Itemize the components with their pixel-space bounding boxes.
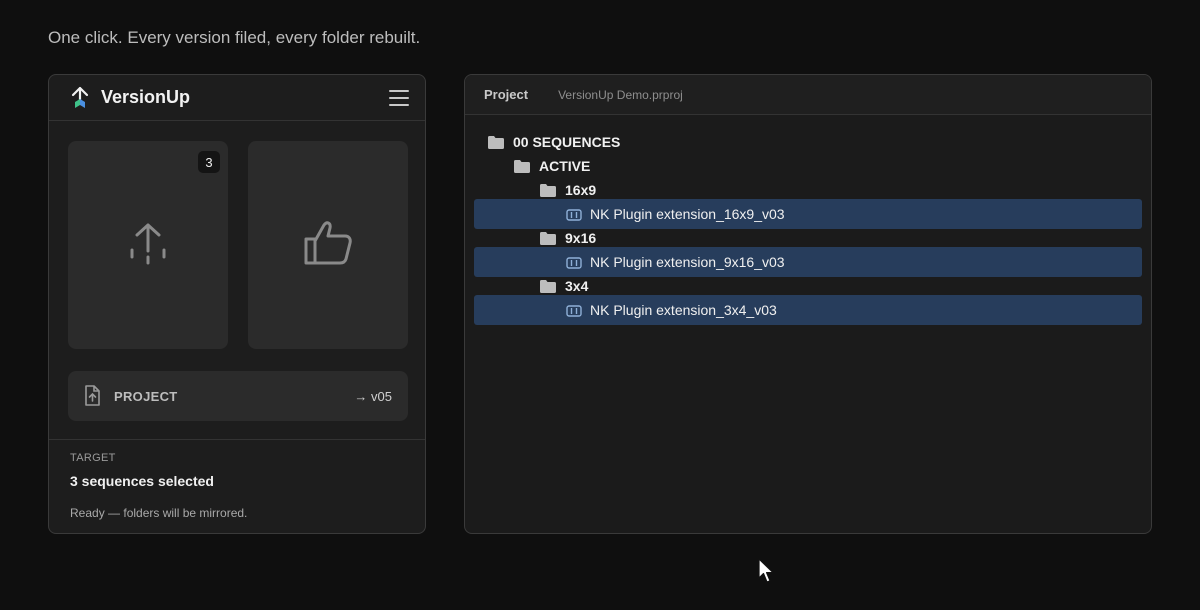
folder-label: ACTIVE — [539, 158, 591, 174]
tagline: One click. Every version filed, every fo… — [48, 28, 421, 47]
sequence-label: NK Plugin extension_3x4_v03 — [590, 302, 777, 318]
folder-icon — [488, 135, 504, 149]
project-version-row[interactable]: PROJECT → v05 — [68, 371, 408, 421]
count-badge: 3 — [198, 151, 220, 173]
file-upload-icon — [82, 385, 102, 407]
project-label: PROJECT — [114, 388, 178, 404]
version-up-button[interactable]: 3 — [68, 141, 228, 349]
project-panel: Project VersionUp Demo.prproj 00 SEQUENC… — [464, 74, 1152, 534]
folder-label: 3x4 — [565, 278, 589, 294]
versionup-panel: VersionUp 3 PROJECT → v05 TARGET 3 seque… — [48, 74, 426, 534]
folder-icon — [514, 159, 530, 173]
target-section: TARGET 3 sequences selected Ready — fold… — [49, 439, 425, 533]
tab-project[interactable]: Project — [484, 87, 528, 102]
folder-icon — [540, 183, 556, 197]
app-title: VersionUp — [101, 87, 191, 107]
folder-icon — [540, 279, 556, 293]
sequence-label: NK Plugin extension_9x16_v03 — [590, 254, 785, 270]
mouse-cursor-icon — [758, 558, 776, 584]
sequence-label: NK Plugin extension_16x9_v03 — [590, 206, 785, 222]
action-tiles: 3 — [68, 141, 408, 349]
target-label: TARGET — [70, 452, 116, 464]
folder-icon — [540, 231, 556, 245]
approve-button[interactable] — [248, 141, 408, 349]
project-panel-header: Project VersionUp Demo.prproj — [465, 75, 1151, 115]
status-text: Ready — folders will be mirrored. — [70, 506, 248, 520]
target-value: 3 sequences selected — [70, 473, 214, 489]
sequence-icon — [566, 208, 582, 221]
upload-icon — [128, 221, 168, 270]
sequence-icon — [566, 256, 582, 269]
folder-label: 16x9 — [565, 182, 597, 198]
thumbs-up-icon — [303, 219, 353, 272]
sequence-icon — [566, 304, 582, 317]
panel-header: VersionUp — [49, 75, 425, 121]
menu-icon[interactable] — [389, 89, 409, 106]
folder-label: 9x16 — [565, 230, 597, 246]
folder-label: 00 SEQUENCES — [513, 134, 621, 150]
versionup-logo-icon — [69, 86, 91, 110]
sequence-3x4[interactable]: NK Plugin extension_3x4_v03 — [474, 295, 1142, 325]
project-file-name: VersionUp Demo.prproj — [558, 87, 683, 102]
next-version: → v05 — [354, 388, 392, 404]
